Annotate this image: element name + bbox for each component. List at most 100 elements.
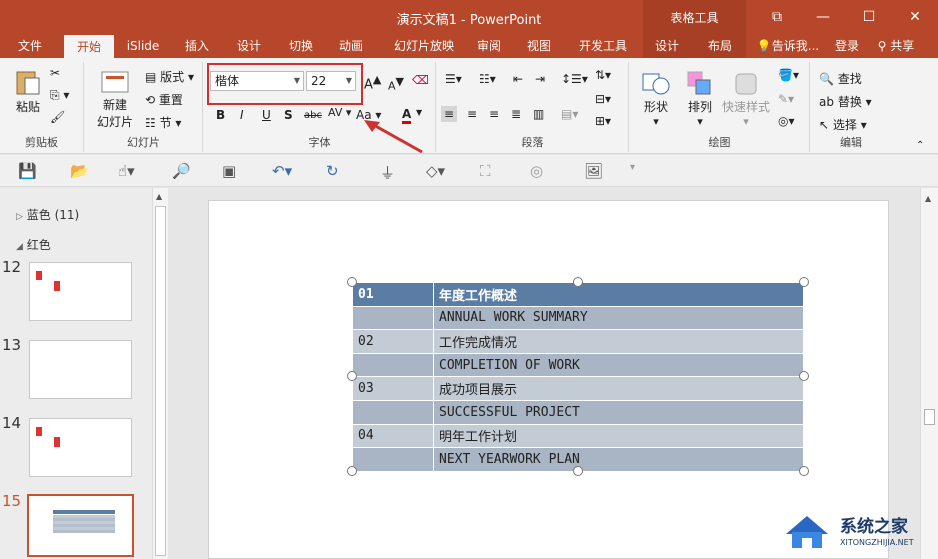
- arrange-button[interactable]: 排列 ▾: [680, 70, 720, 128]
- maximize-icon[interactable]: ☐: [846, 0, 892, 34]
- tab-transitions[interactable]: 切换: [280, 34, 322, 58]
- table-row[interactable]: 03 成功项目展示: [352, 376, 804, 401]
- shrink-font-button[interactable]: A▼: [388, 75, 404, 93]
- new-slide-button[interactable]: 新建 幻灯片: [91, 70, 139, 130]
- collapse-ribbon-icon[interactable]: ⌃: [916, 140, 924, 151]
- numbering-icon[interactable]: ☷▾: [479, 72, 496, 86]
- open-folder-icon[interactable]: 📂: [70, 162, 89, 180]
- grow-font-button[interactable]: A▲: [364, 73, 381, 92]
- table-row[interactable]: COMPLETION OF WORK: [352, 352, 804, 378]
- merge-shapes-icon[interactable]: ◎: [530, 162, 543, 180]
- picture-icon[interactable]: 🖼: [584, 162, 603, 180]
- share-button[interactable]: ⚲ 共享: [868, 34, 924, 58]
- text-direction-icon[interactable]: ⇅▾: [595, 68, 611, 82]
- table-cell[interactable]: 01: [352, 282, 434, 307]
- table-cell[interactable]: 03: [352, 376, 434, 401]
- slide-thumbnail-selected[interactable]: [27, 494, 134, 557]
- table-cell[interactable]: [352, 352, 434, 378]
- justify-icon[interactable]: ≣: [511, 107, 521, 121]
- table-cell[interactable]: 工作完成情况: [433, 329, 804, 354]
- resize-handle[interactable]: [799, 466, 809, 476]
- resize-handle[interactable]: [799, 277, 809, 287]
- char-spacing-button[interactable]: AV ▾: [328, 106, 351, 119]
- table-cell[interactable]: SUCCESSFUL PROJECT: [433, 399, 804, 425]
- canvas-scrollbar[interactable]: ▲: [920, 188, 938, 559]
- cut-icon[interactable]: ✂: [50, 66, 60, 80]
- ribbon-display-icon[interactable]: ⧉: [754, 0, 800, 34]
- crop-icon[interactable]: ⛶: [480, 162, 491, 180]
- table-cell[interactable]: [352, 447, 434, 472]
- slide-thumbnail[interactable]: [29, 418, 132, 477]
- increase-indent-icon[interactable]: ⇥: [535, 72, 545, 86]
- select-button[interactable]: ↖ 选择 ▾: [819, 116, 867, 133]
- tab-home[interactable]: 开始: [64, 35, 114, 58]
- redo-icon[interactable]: ↻: [326, 162, 339, 180]
- paste-button[interactable]: 粘贴: [10, 68, 46, 115]
- shape-fill-icon[interactable]: 🪣▾: [778, 68, 799, 82]
- slide-thumbnail[interactable]: [29, 262, 132, 321]
- table-row[interactable]: 04 明年工作计划: [352, 423, 804, 449]
- table-cell[interactable]: 成功项目展示: [433, 376, 804, 401]
- scroll-up-icon[interactable]: ▲: [156, 192, 162, 201]
- clear-format-icon[interactable]: ⌫: [412, 73, 429, 87]
- scroll-up-icon[interactable]: ▲: [925, 194, 931, 203]
- table-row[interactable]: ANNUAL WORK SUMMARY: [352, 305, 804, 331]
- resize-handle[interactable]: [799, 371, 809, 381]
- tab-file[interactable]: 文件: [6, 34, 54, 58]
- underline-button[interactable]: U: [262, 108, 271, 122]
- minimize-icon[interactable]: —: [800, 0, 846, 34]
- resize-handle[interactable]: [347, 371, 357, 381]
- bold-button[interactable]: B: [216, 108, 225, 122]
- find-button[interactable]: 🔍 查找: [819, 70, 862, 87]
- align-text-icon[interactable]: ⊟▾: [595, 92, 611, 106]
- tab-table-layout[interactable]: 布局: [700, 34, 740, 58]
- table-cell[interactable]: [352, 305, 434, 331]
- italic-button[interactable]: I: [240, 108, 244, 122]
- close-icon[interactable]: ✕: [892, 0, 938, 34]
- quick-styles-button[interactable]: 快速样式 ▾: [720, 70, 772, 128]
- table-row[interactable]: SUCCESSFUL PROJECT: [352, 399, 804, 425]
- format-painter-icon[interactable]: 🖌: [50, 110, 65, 124]
- tab-insert[interactable]: 插入: [176, 34, 218, 58]
- replace-button[interactable]: ab 替换 ▾: [819, 93, 872, 110]
- resize-handle[interactable]: [573, 277, 583, 287]
- table-row[interactable]: 02 工作完成情况: [352, 329, 804, 354]
- resize-handle[interactable]: [347, 277, 357, 287]
- slideshow-start-icon[interactable]: ▣: [222, 162, 236, 180]
- distributed-icon[interactable]: ▥: [533, 107, 544, 121]
- align-center-icon[interactable]: ≡: [467, 107, 477, 121]
- tab-review[interactable]: 审阅: [468, 34, 510, 58]
- tab-animations[interactable]: 动画: [330, 34, 372, 58]
- align-objects-icon[interactable]: ⏚: [380, 162, 395, 183]
- tab-islide[interactable]: iSlide: [120, 34, 166, 58]
- align-right-icon[interactable]: ≡: [489, 107, 499, 121]
- tell-me-box[interactable]: 💡告诉我...: [752, 34, 824, 58]
- decrease-indent-icon[interactable]: ⇤: [513, 72, 523, 86]
- chevron-down-icon[interactable]: ▼: [416, 108, 422, 117]
- content-table[interactable]: 01 年度工作概述 ANNUAL WORK SUMMARY 02 工作完成情况 …: [352, 282, 804, 472]
- resize-handle[interactable]: [347, 466, 357, 476]
- section-blue[interactable]: ▷ 蓝色 (11): [16, 206, 79, 223]
- strikethrough-button[interactable]: abc: [304, 110, 322, 121]
- slide-thumbnail[interactable]: [29, 340, 132, 399]
- resize-handle[interactable]: [573, 466, 583, 476]
- shape-picker-icon[interactable]: ◇▾: [426, 162, 445, 180]
- line-spacing-icon[interactable]: ↕☰▾: [561, 72, 588, 86]
- table-cell[interactable]: 04: [352, 423, 434, 449]
- tab-view[interactable]: 视图: [518, 34, 560, 58]
- reset-button[interactable]: ⟲ 重置: [145, 91, 183, 108]
- print-preview-icon[interactable]: 🔎: [172, 162, 191, 180]
- table-cell[interactable]: ANNUAL WORK SUMMARY: [433, 305, 804, 331]
- panel-scrollbar-thumb[interactable]: [155, 206, 166, 556]
- section-red[interactable]: ◢ 红色: [16, 236, 51, 253]
- align-left-icon[interactable]: ≡: [441, 106, 458, 122]
- login-link[interactable]: 登录: [828, 34, 866, 58]
- tab-slideshow[interactable]: 幻灯片放映: [382, 34, 466, 58]
- table-cell[interactable]: 明年工作计划: [433, 423, 804, 449]
- shape-effects-icon[interactable]: ◎▾: [778, 114, 795, 128]
- bullets-icon[interactable]: ☰▾: [445, 72, 462, 86]
- smartart-icon[interactable]: ⊞▾: [595, 114, 611, 128]
- tab-design[interactable]: 设计: [228, 34, 270, 58]
- shape-outline-icon[interactable]: ✎▾: [778, 92, 794, 106]
- customize-qat-icon[interactable]: ▾: [630, 162, 635, 173]
